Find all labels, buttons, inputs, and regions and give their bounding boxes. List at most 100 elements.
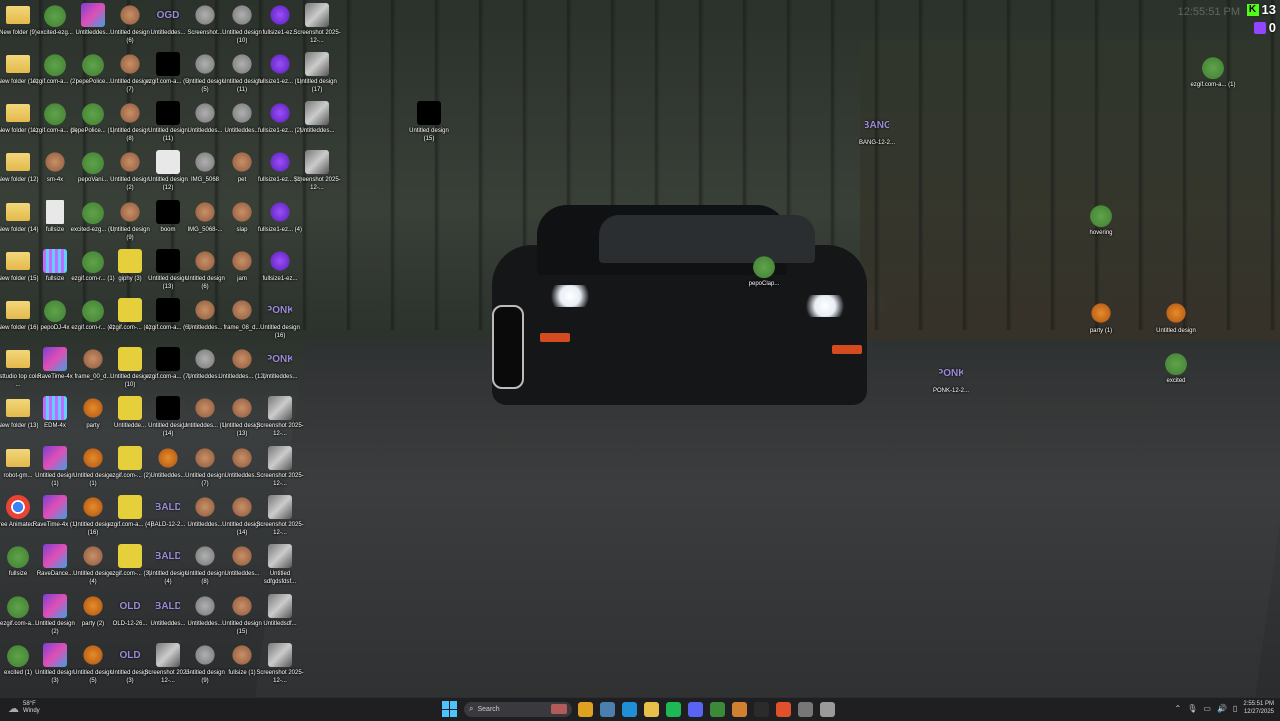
pepe-icon [1164, 351, 1188, 375]
brave-icon[interactable] [776, 701, 791, 717]
screenshot-icon [305, 3, 329, 27]
bald-icon [230, 101, 254, 125]
desktop-icon[interactable]: party (1) [1077, 301, 1125, 335]
black-icon [156, 298, 180, 322]
face-icon [118, 101, 142, 125]
desktop-icon[interactable]: Untitled sdfgdsfdsf... [256, 544, 304, 586]
pepe-icon [43, 3, 67, 27]
network-icon[interactable]: ▭ [1203, 704, 1211, 713]
desktop-icon[interactable]: PONK Untitleddes... [256, 347, 304, 381]
start-button[interactable] [442, 701, 458, 717]
desktop-icon[interactable]: Screenshot 2025-12-... [256, 643, 304, 685]
screenshot-icon [268, 446, 292, 470]
face-icon [43, 150, 67, 174]
sponge-icon [118, 396, 142, 420]
volume-icon[interactable]: 🔊 [1217, 704, 1227, 713]
weather-widget[interactable]: ☁ 58°F Windy [8, 701, 40, 715]
face-icon [230, 495, 254, 519]
desktop-icon[interactable]: fullsize1-ez... [256, 249, 304, 283]
desktop-icon[interactable]: Screenshot 2025-12-... [256, 396, 304, 438]
desktop-icon-label: Screenshot 2025-12-... [293, 30, 341, 44]
taskbar-clock[interactable]: 2:55:51 PM 12/27/2025 [1243, 700, 1274, 716]
overlay-ghost-clock: 12:55:51 PM [1177, 6, 1240, 18]
chrome-icon[interactable] [578, 701, 593, 717]
face-icon [118, 3, 142, 27]
chevron-up-icon[interactable]: ⌃ [1175, 704, 1182, 713]
desktop-icon[interactable]: Screenshot 2025-12-... [293, 150, 341, 192]
bald-icon [193, 643, 217, 667]
app-orange-icon[interactable] [732, 701, 747, 717]
app-green-icon[interactable] [710, 701, 725, 717]
orange-face-icon [1164, 301, 1188, 325]
task-view-icon[interactable] [600, 701, 615, 717]
terminal-icon[interactable] [754, 701, 769, 717]
folder-icon [6, 153, 30, 171]
document-icon [46, 200, 64, 224]
bald-icon [193, 347, 217, 371]
orange-face-icon [81, 396, 105, 420]
face-icon [230, 396, 254, 420]
pepe-icon [81, 52, 105, 76]
microphone-icon[interactable]: 🎙 [1187, 704, 1197, 713]
desktop-icon[interactable]: Untitled design (17) [293, 52, 341, 94]
screenshot-icon [305, 52, 329, 76]
desktop-icon[interactable]: Screenshot 2025-12-... [256, 495, 304, 537]
desktop-icon[interactable]: Screenshot 2025-12-... [293, 3, 341, 45]
face-icon [230, 446, 254, 470]
desktop-icon[interactable]: fullsize1-ez... (4) [256, 200, 304, 234]
twitch-viewer-count: 0 [1268, 20, 1276, 35]
desktop-icon[interactable]: hovering [1077, 203, 1125, 237]
desktop-icon[interactable]: pepoClap... [740, 254, 788, 288]
desktop-icon[interactable]: Untitled design (15) [405, 101, 453, 143]
bald-icon [193, 101, 217, 125]
equalizer-icon [43, 396, 67, 420]
rave-icon [43, 643, 67, 667]
search-placeholder: Search [477, 705, 500, 713]
desktop-icon[interactable]: PONK PONK-12-2... [927, 361, 975, 395]
orange-face-icon [81, 446, 105, 470]
sponge-icon [118, 446, 142, 470]
desktop-icon-label: Untitleddes... [299, 128, 335, 134]
black-icon [156, 396, 180, 420]
screenshot-icon [268, 396, 292, 420]
desktop-icon[interactable]: Untitledsdf... [256, 594, 304, 628]
face-icon [230, 544, 254, 568]
app-snip-icon[interactable] [820, 701, 835, 717]
desktop-icon[interactable]: Untitleddes... [293, 101, 341, 135]
desktop-icon-label: Untitled design [1156, 328, 1196, 334]
bald-icon [230, 52, 254, 76]
desktop-icon-label: Untitledsdf... [263, 621, 297, 627]
desktop-icon[interactable]: Screenshot 2025-12-... [256, 446, 304, 488]
rave-icon [43, 347, 67, 371]
folder-icon [6, 252, 30, 270]
spotify-icon[interactable] [666, 701, 681, 717]
desktop-icon-label: Untitled sdfgdsfdsf... [263, 571, 297, 585]
black-icon [156, 347, 180, 371]
face-icon [230, 249, 254, 273]
discord-icon[interactable] [688, 701, 703, 717]
taskbar-search[interactable]: ⌕ Search [464, 701, 572, 717]
purple-icon [268, 52, 292, 76]
desktop-icon-label: Untitled design (17) [297, 79, 337, 93]
face-icon [193, 249, 217, 273]
file-explorer-icon[interactable] [644, 701, 659, 717]
obs-icon[interactable] [798, 701, 813, 717]
face-icon [230, 643, 254, 667]
desktop-icon[interactable]: excited [1152, 351, 1200, 385]
desktop-icon[interactable]: Untitled design [1152, 301, 1200, 335]
rave-icon [43, 495, 67, 519]
black-icon [156, 52, 180, 76]
battery-icon[interactable]: ▯ [1233, 704, 1237, 713]
taskbar-pinned-apps [578, 701, 835, 717]
desktop-icon-label: ezgif.com-a... (1) [1190, 82, 1236, 88]
face-icon [230, 200, 254, 224]
bald-icon [193, 150, 217, 174]
weather-temp: 58°F [23, 701, 36, 707]
desktop-icon[interactable]: PONK Untitled design (16) [256, 298, 304, 340]
bang-text-icon: BANG [865, 119, 889, 131]
bald-text-icon: BALD [156, 550, 180, 562]
edge-icon[interactable] [622, 701, 637, 717]
desktop-icon[interactable]: BANG BANG-12-2... [853, 113, 901, 147]
bald-icon [230, 3, 254, 27]
desktop-icon[interactable]: ezgif.com-a... (1) [1189, 55, 1237, 89]
